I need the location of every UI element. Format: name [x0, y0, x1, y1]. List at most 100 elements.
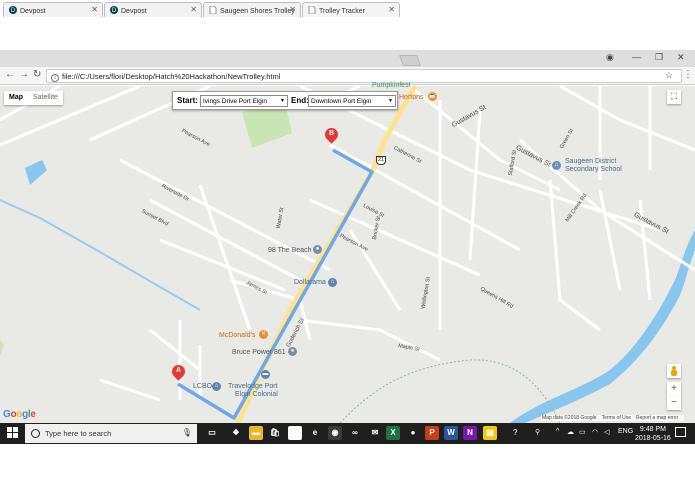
bookmark-star-icon[interactable]: ☆ [665, 70, 673, 81]
cortana-icon [31, 429, 40, 438]
google-logo: Google [3, 409, 36, 420]
end-select[interactable]: Downtown Port Elgin ▼ [308, 95, 396, 107]
report-link[interactable]: Report a map error [636, 415, 678, 421]
language-indicator[interactable]: ENG [618, 428, 633, 435]
microphone-icon[interactable]: 🎙 [182, 428, 192, 437]
file-explorer-icon[interactable]: ▬ [249, 426, 263, 440]
map-type-satellite-button[interactable]: Satellite [28, 91, 63, 104]
poi-label: Pumpkinfest [372, 82, 411, 89]
map-attribution: Map data ©2018 Google Terms of Use Report … [541, 415, 685, 421]
word-icon[interactable]: W [444, 426, 458, 440]
shopping-icon[interactable]: ⌂ [328, 278, 337, 287]
cloud-icon[interactable]: ☁ [567, 428, 574, 436]
minimize-icon[interactable]: — [632, 52, 641, 62]
place-icon[interactable]: ● [313, 245, 322, 254]
task-view-icon[interactable]: ▭ [205, 426, 219, 440]
close-icon[interactable]: ✕ [289, 5, 296, 14]
wifi-icon[interactable]: ◠ [592, 428, 598, 436]
window-close-icon[interactable]: ✕ [677, 52, 685, 63]
notifications-icon[interactable] [675, 427, 686, 437]
poi-label: 98 The Beach [268, 247, 312, 254]
poi-label: McDonald's [219, 332, 256, 339]
zoom-out-button[interactable]: − [667, 396, 681, 410]
url-text: file:///C:/Users/flori/Desktop/Hatch%20H… [62, 72, 281, 81]
people-icon[interactable]: ⚲ [535, 428, 540, 436]
forward-arrow-icon[interactable]: → [19, 69, 29, 80]
new-tab-button[interactable] [398, 55, 422, 66]
fullscreen-icon[interactable]: ⛶ [667, 90, 681, 104]
svg-text:D: D [112, 8, 117, 14]
tab-saugeen-shores-trolley[interactable]: Saugeen Shores Trolley ✕ [203, 2, 301, 17]
poi-label: Dollarama [294, 279, 326, 286]
onenote-icon[interactable]: N [463, 426, 477, 440]
start-select-value: Ivings Drive Port Elgin [203, 98, 267, 105]
tab-devpost-2[interactable]: D Devpost ✕ [104, 2, 202, 17]
tab-devpost-1[interactable]: D Devpost ✕ [3, 2, 103, 17]
start-label: Start: [177, 96, 198, 105]
terms-link[interactable]: Terms of Use [602, 415, 631, 421]
back-arrow-icon[interactable]: ← [5, 69, 15, 80]
network-icon[interactable]: ▭ [579, 428, 586, 436]
svg-text:D: D [11, 8, 16, 14]
notes-icon[interactable]: ▤ [483, 426, 497, 440]
zoom-in-button[interactable]: + [667, 382, 681, 396]
map-type-map-button[interactable]: Map [4, 91, 28, 104]
help-icon[interactable]: ? [513, 428, 517, 437]
poi-label: Elgin Colonial [235, 391, 278, 398]
shopping-icon[interactable]: ⌂ [212, 382, 221, 391]
school-icon[interactable]: ⌂ [552, 161, 561, 170]
dropbox-icon[interactable]: ❖ [229, 426, 243, 440]
devpost-icon: D [110, 6, 118, 14]
menu-icon[interactable]: ⋮ [683, 69, 693, 80]
map-type-control: Map Satellite [4, 91, 63, 105]
taskbar-search-box[interactable]: Type here to search 🎙 [25, 424, 197, 443]
windows-start-icon[interactable] [7, 427, 18, 438]
poi-label: Travelodge Port [228, 383, 278, 390]
below-screen-area [0, 444, 695, 494]
poi-label: Saugeen District [565, 158, 617, 165]
reload-icon[interactable]: ↻ [33, 69, 41, 80]
restaurant-icon[interactable]: ✕ [259, 330, 268, 339]
start-select[interactable]: Ivings Drive Port Elgin ▼ [200, 95, 288, 107]
close-icon[interactable]: ✕ [190, 5, 197, 14]
amazon-icon[interactable]: a [288, 426, 302, 440]
page-icon [308, 6, 316, 14]
place-icon[interactable]: ● [288, 347, 297, 356]
close-icon[interactable]: ✕ [388, 5, 395, 14]
clock-time: 9:48 PM [639, 426, 666, 433]
marker-b[interactable]: B [322, 125, 341, 146]
mail-icon[interactable]: ✉ [368, 426, 382, 440]
map-canvas[interactable] [0, 86, 695, 423]
route-panel: Start: Ivings Drive Port Elgin ▼ End: Dow… [172, 91, 398, 110]
store-icon[interactable]: 🛍 [268, 426, 282, 440]
system-clock[interactable]: 9:48 PM 2018-05-16 [635, 425, 671, 443]
tab-trolley-tracker[interactable]: Trolley Tracker ✕ [302, 2, 400, 17]
volume-icon[interactable]: ◁ [604, 428, 609, 436]
spotify-icon[interactable]: ● [406, 426, 420, 440]
map-data-text: Map data ©2018 Google [542, 415, 597, 421]
poi-label: Secondary School [565, 166, 622, 173]
marker-a[interactable]: A [169, 362, 188, 383]
restore-icon[interactable]: ❐ [655, 52, 663, 63]
tab-label: Devpost [121, 8, 147, 15]
edge-icon[interactable]: e [308, 426, 322, 440]
cafe-icon[interactable]: ☕ [428, 92, 437, 101]
end-select-value: Downtown Port Elgin [311, 98, 372, 105]
tray-arrow-icon[interactable]: ^ [556, 428, 559, 435]
street-view-pegman-icon[interactable] [667, 364, 681, 378]
account-icon[interactable]: ◉ [606, 52, 614, 63]
highway-number: 21 [377, 157, 385, 163]
powerpoint-icon[interactable]: P [425, 426, 439, 440]
loop-icon[interactable]: ∞ [348, 426, 362, 440]
chrome-icon[interactable]: ◉ [328, 426, 342, 440]
address-bar[interactable]: i file:///C:/Users/flori/Desktop/Hatch%20… [46, 69, 682, 83]
hotel-icon[interactable]: ▬ [261, 370, 270, 379]
info-icon[interactable]: i [51, 74, 59, 82]
close-icon[interactable]: ✕ [91, 5, 98, 14]
highway-shield-icon: 21 [376, 156, 386, 165]
screen: D Devpost ✕ D Devpost ✕ Saugeen Shores Tro… [0, 0, 695, 494]
excel-icon[interactable]: X [386, 426, 400, 440]
poi-label: Hortons [399, 94, 424, 101]
dropdown-arrow-icon: ▼ [388, 98, 393, 104]
poi-label: Bruce Power 861 [232, 349, 286, 356]
